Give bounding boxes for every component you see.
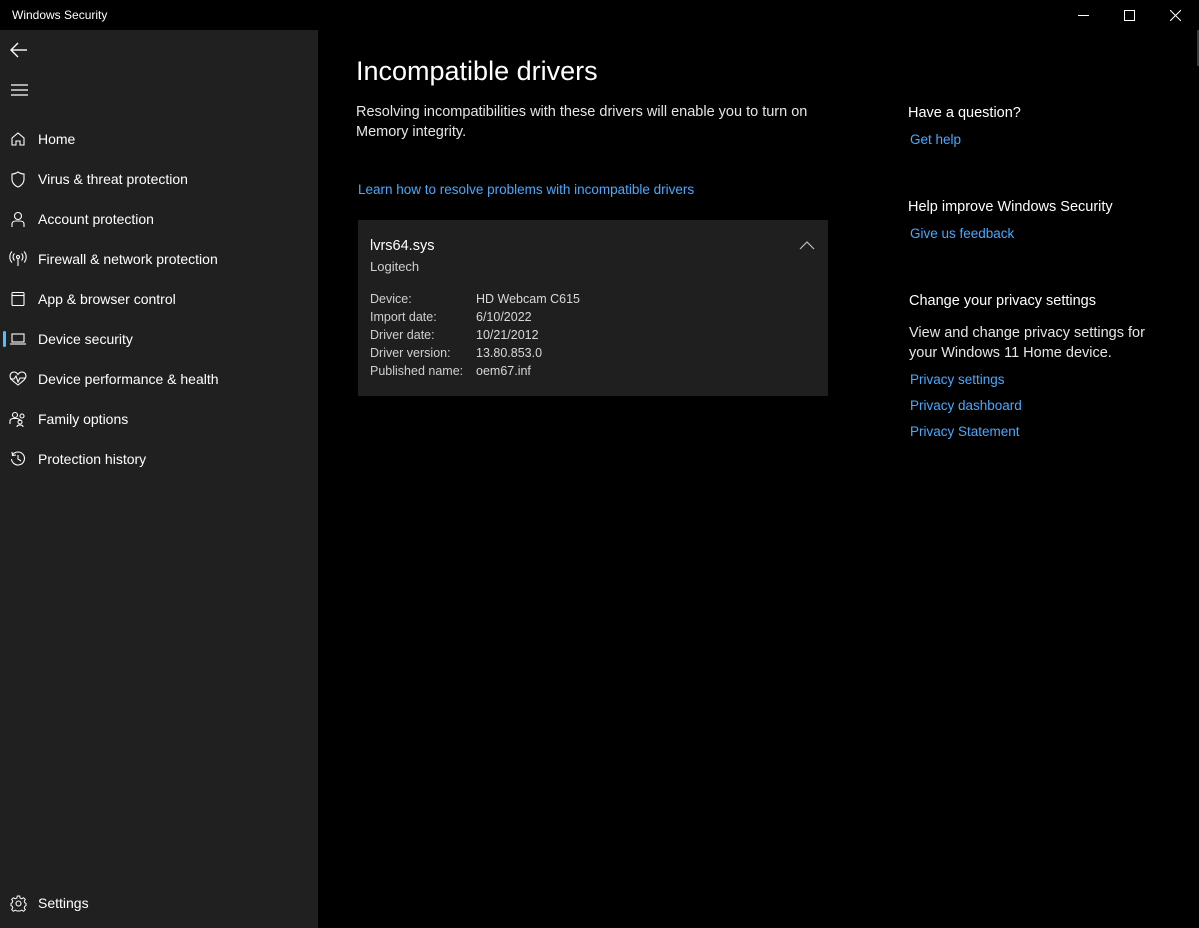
- heart-pulse-icon: [9, 370, 27, 388]
- question-heading: Have a question?: [908, 105, 1021, 121]
- windows-security-window: Windows Security Home Virus & threat pro…: [0, 0, 1199, 928]
- collapse-button[interactable]: [798, 238, 816, 252]
- maximize-button[interactable]: [1106, 0, 1152, 30]
- main-content: Incompatible drivers Resolving incompati…: [318, 30, 1199, 928]
- sidebar-item-label: Protection history: [38, 451, 147, 467]
- privacy-statement-link[interactable]: Privacy Statement: [910, 424, 1020, 439]
- detail-key: Import date:: [370, 310, 437, 324]
- title-bar: Windows Security: [0, 0, 1199, 30]
- sidebar-item-label: Account protection: [38, 211, 154, 227]
- antenna-icon: [9, 250, 27, 268]
- sidebar-item-virus-threat-protection[interactable]: Virus & threat protection: [0, 161, 318, 197]
- sidebar-item-app-browser-control[interactable]: App & browser control: [0, 281, 318, 317]
- detail-value: oem67.inf: [476, 364, 531, 378]
- detail-value: 10/21/2012: [476, 328, 539, 342]
- learn-resolve-link[interactable]: Learn how to resolve problems with incom…: [358, 182, 694, 197]
- give-feedback-link[interactable]: Give us feedback: [910, 226, 1014, 241]
- detail-value: 13.80.853.0: [476, 346, 543, 360]
- sidebar-item-family-options[interactable]: Family options: [0, 401, 318, 437]
- sidebar-item-label: Family options: [38, 411, 129, 427]
- gear-icon: [9, 894, 27, 912]
- privacy-settings-link[interactable]: Privacy settings: [910, 372, 1005, 387]
- improve-heading: Help improve Windows Security: [908, 199, 1113, 215]
- sidebar-item-protection-history[interactable]: Protection history: [0, 441, 318, 477]
- get-help-link[interactable]: Get help: [910, 132, 961, 147]
- app-title: Windows Security: [12, 8, 108, 22]
- sidebar-item-account-protection[interactable]: Account protection: [0, 201, 318, 237]
- detail-key: Driver version:: [370, 346, 451, 360]
- sidebar-item-label: Device security: [38, 331, 133, 347]
- sidebar-item-label: App & browser control: [38, 291, 176, 307]
- shield-icon: [9, 170, 27, 188]
- chevron-up-icon: [799, 240, 815, 249]
- person-icon: [9, 210, 27, 228]
- close-icon: [1169, 9, 1181, 21]
- sidebar-item-label: Virus & threat protection: [38, 171, 188, 187]
- detail-key: Driver date:: [370, 328, 435, 342]
- detail-key: Device:: [370, 292, 412, 306]
- back-arrow-icon: [10, 42, 27, 58]
- hamburger-menu-button[interactable]: [8, 80, 30, 100]
- privacy-dashboard-link[interactable]: Privacy dashboard: [910, 398, 1022, 413]
- home-icon: [9, 130, 27, 148]
- sidebar: Home Virus & threat protection Account p…: [0, 30, 318, 928]
- privacy-heading: Change your privacy settings: [909, 293, 1096, 309]
- laptop-icon: [9, 330, 27, 348]
- driver-card[interactable]: lvrs64.sys Logitech Device: HD Webcam C6…: [358, 220, 828, 396]
- close-button[interactable]: [1152, 0, 1198, 30]
- privacy-description: View and change privacy settings for you…: [909, 325, 1145, 361]
- minimize-icon: [1077, 14, 1089, 16]
- minimize-button[interactable]: [1060, 0, 1106, 30]
- history-icon: [9, 450, 27, 468]
- maximize-icon: [1123, 9, 1135, 21]
- detail-key: Published name:: [370, 364, 464, 378]
- driver-name: lvrs64.sys: [370, 238, 435, 254]
- app-window-icon: [9, 290, 27, 308]
- sidebar-item-device-performance-health[interactable]: Device performance & health: [0, 361, 318, 397]
- page-title: Incompatible drivers: [356, 56, 598, 86]
- sidebar-item-home[interactable]: Home: [0, 121, 318, 157]
- sidebar-item-label: Device performance & health: [38, 371, 219, 387]
- sidebar-item-label: Home: [38, 131, 76, 147]
- hamburger-menu-icon: [10, 84, 28, 96]
- page-description: Resolving incompatibilities with these d…: [356, 104, 808, 140]
- driver-vendor: Logitech: [370, 259, 420, 274]
- sidebar-item-label: Firewall & network protection: [38, 251, 218, 267]
- back-button[interactable]: [8, 40, 30, 60]
- sidebar-item-settings[interactable]: Settings: [0, 885, 318, 921]
- detail-value: 6/10/2022: [476, 310, 532, 324]
- active-indicator: [3, 331, 6, 347]
- sidebar-item-label: Settings: [38, 895, 89, 911]
- detail-value: HD Webcam C615: [476, 292, 580, 306]
- sidebar-item-device-security[interactable]: Device security: [0, 321, 318, 357]
- sidebar-item-firewall-network-protection[interactable]: Firewall & network protection: [0, 241, 318, 277]
- family-icon: [9, 410, 27, 428]
